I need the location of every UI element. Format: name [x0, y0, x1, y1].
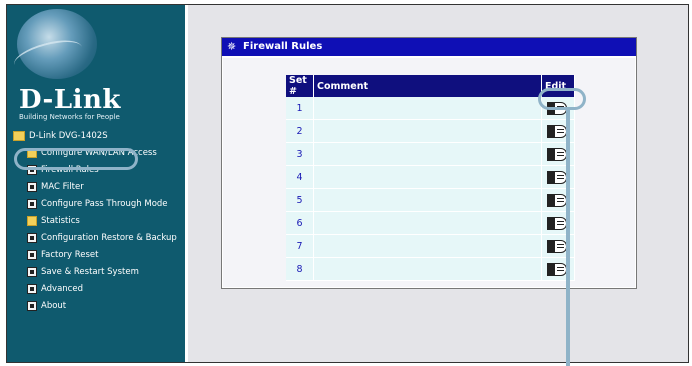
- set-number: 2: [286, 120, 314, 143]
- sidebar: D-Link Building Networks for People D-Li…: [7, 5, 185, 362]
- page-icon: [27, 250, 37, 260]
- folder-icon: [27, 216, 37, 226]
- sidebar-item-statistics[interactable]: Statistics: [7, 213, 185, 230]
- brand-logo: D-Link: [19, 85, 121, 115]
- sidebar-item-label: Configure Pass Through Mode: [41, 199, 168, 209]
- sidebar-item-label: Statistics: [41, 216, 80, 226]
- sidebar-item-pass-through[interactable]: Configure Pass Through Mode: [7, 196, 185, 213]
- comment-cell: [314, 235, 542, 258]
- set-number: 7: [286, 235, 314, 258]
- comment-cell: [314, 166, 542, 189]
- callout-pointer-line: [566, 108, 570, 366]
- nav-root-device[interactable]: D-Link DVG-1402S: [7, 128, 185, 145]
- table-row: 8: [286, 258, 575, 281]
- comment-cell: [314, 258, 542, 281]
- comment-cell: [314, 97, 542, 120]
- page-icon: [27, 199, 37, 209]
- comment-cell: [314, 212, 542, 235]
- nav-root-label: D-Link DVG-1402S: [29, 131, 108, 141]
- table-row: 1: [286, 97, 575, 120]
- column-set: Set #: [286, 75, 314, 97]
- page-icon: [27, 182, 37, 192]
- sidebar-item-label: Advanced: [41, 284, 83, 294]
- sidebar-item-label: Factory Reset: [41, 250, 99, 260]
- sidebar-item-label: Configuration Restore & Backup: [41, 233, 177, 243]
- firewall-rules-table: Set # Comment Edit 1 2 3 4 5 6 7 8: [286, 75, 575, 281]
- table-row: 2: [286, 120, 575, 143]
- set-number: 6: [286, 212, 314, 235]
- set-number: 3: [286, 143, 314, 166]
- page-icon: [27, 233, 37, 243]
- panel-header: ✵ Firewall Rules: [222, 38, 636, 56]
- comment-cell: [314, 189, 542, 212]
- page-icon: [27, 267, 37, 277]
- sidebar-item-label: Save & Restart System: [41, 267, 139, 277]
- table-header-row: Set # Comment Edit: [286, 75, 575, 97]
- sidebar-item-label: About: [41, 301, 67, 311]
- table-row: 5: [286, 189, 575, 212]
- comment-cell: [314, 120, 542, 143]
- set-number: 8: [286, 258, 314, 281]
- comment-cell: [314, 143, 542, 166]
- sidebar-item-about[interactable]: About: [7, 298, 185, 315]
- firewall-icon: ✵: [227, 40, 237, 53]
- page-icon: [27, 284, 37, 294]
- sidebar-item-save-restart[interactable]: Save & Restart System: [7, 264, 185, 281]
- highlight-ring-firewall: [14, 148, 138, 170]
- sidebar-item-restore-backup[interactable]: Configuration Restore & Backup: [7, 230, 185, 247]
- table-row: 6: [286, 212, 575, 235]
- folder-open-icon: [13, 131, 25, 141]
- brand-tagline: Building Networks for People: [19, 113, 120, 121]
- set-number: 1: [286, 97, 314, 120]
- set-number: 4: [286, 166, 314, 189]
- table-row: 4: [286, 166, 575, 189]
- sidebar-item-mac-filter[interactable]: MAC Filter: [7, 179, 185, 196]
- table-row: 3: [286, 143, 575, 166]
- highlight-ring-edit: [538, 88, 586, 110]
- sidebar-item-label: MAC Filter: [41, 182, 84, 192]
- column-comment: Comment: [314, 75, 542, 97]
- panel-title: Firewall Rules: [243, 41, 323, 52]
- sidebar-item-advanced[interactable]: Advanced: [7, 281, 185, 298]
- sidebar-item-factory-reset[interactable]: Factory Reset: [7, 247, 185, 264]
- page-icon: [27, 301, 37, 311]
- firewall-rules-panel: ✵ Firewall Rules Set # Comment Edit 1 2: [221, 37, 637, 289]
- table-row: 7: [286, 235, 575, 258]
- set-number: 5: [286, 189, 314, 212]
